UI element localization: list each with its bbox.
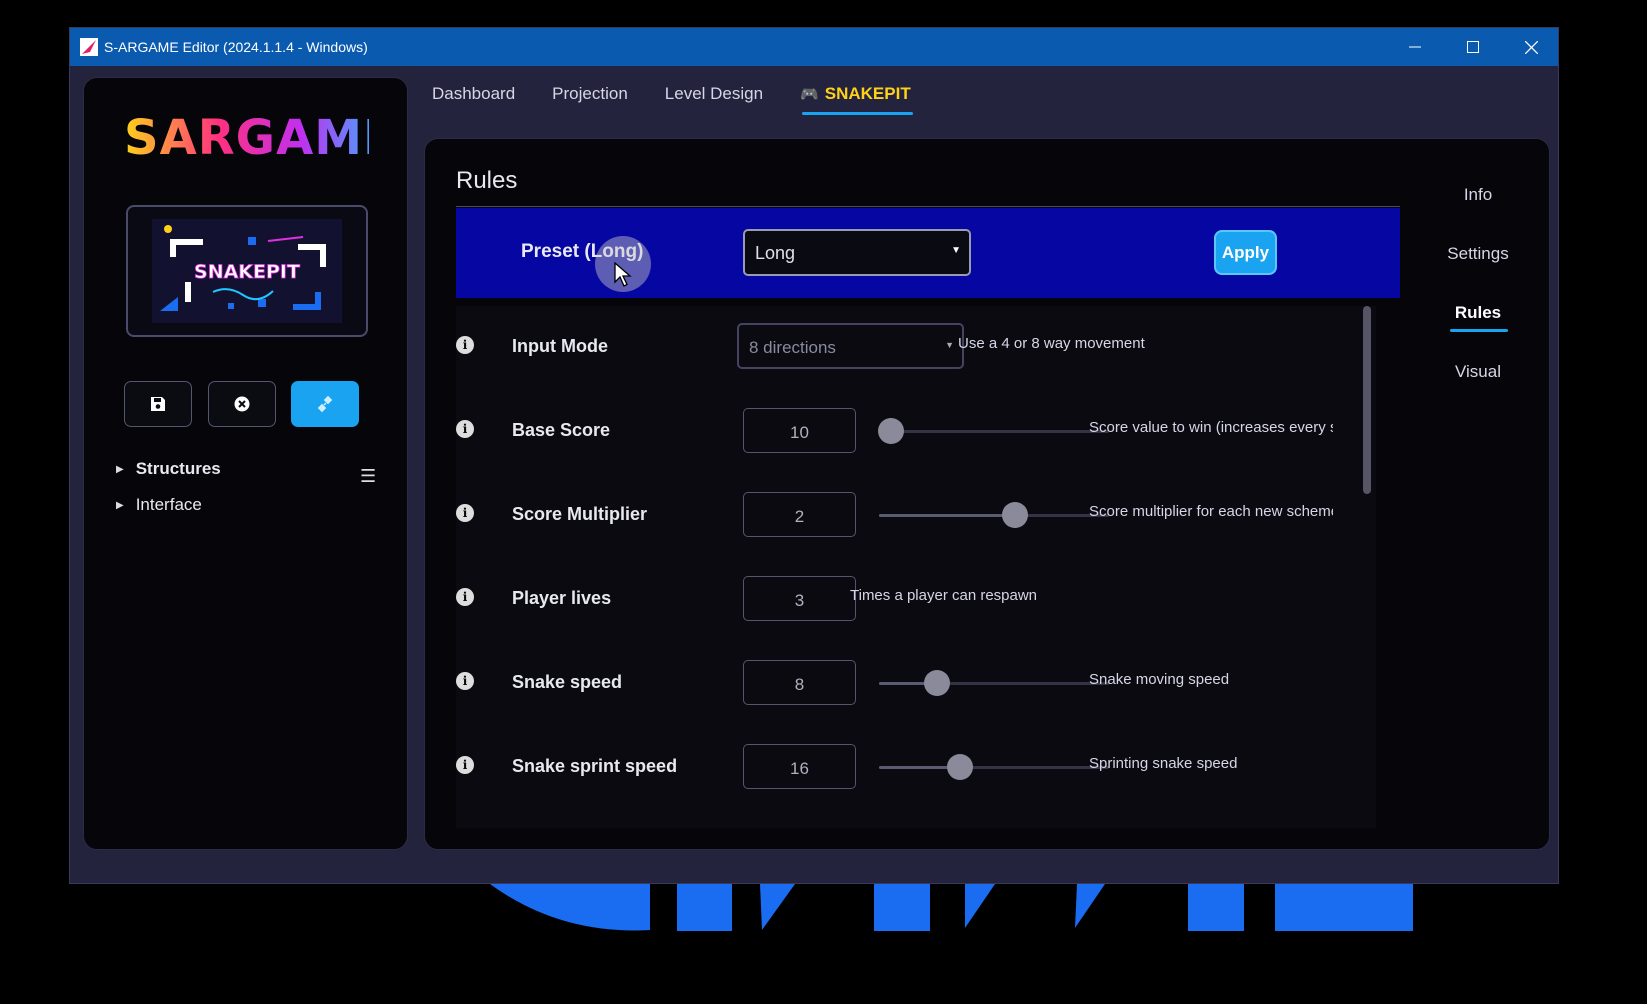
close-project-button[interactable] <box>208 381 276 427</box>
sidebar: SARGAME SNAKEPIT <box>83 77 408 850</box>
sargame-logo: SARGAME <box>124 110 369 162</box>
tree-item-interface[interactable]: ▶ Interface <box>116 495 202 515</box>
connect-button[interactable] <box>291 381 359 427</box>
minimize-icon[interactable] <box>1386 28 1444 66</box>
rule-description: Score multiplier for each new scheme <box>1089 503 1333 520</box>
rules-panel: Rules Preset (Long) Long ▼ Apply i Input … <box>424 138 1550 850</box>
rule-row: i Score Multiplier 2 Score multiplier for e… <box>456 474 1376 558</box>
page-title: Rules <box>456 167 518 194</box>
slider-thumb[interactable] <box>877 418 904 444</box>
number-input[interactable]: 3 <box>743 576 856 621</box>
svg-text:SARGAME: SARGAME <box>124 110 369 162</box>
tab-projection[interactable]: Projection <box>552 80 628 120</box>
rule-row: i Snake sprint speed 16 Sprinting snake spe… <box>456 726 1376 810</box>
window-title: S-ARGAME Editor (2024.1.1.4 - Windows) <box>104 39 368 55</box>
app-icon <box>80 38 98 56</box>
info-icon[interactable]: i <box>456 420 474 438</box>
main-tabs: Dashboard Projection Level Design 🎮 SNAKE… <box>432 80 948 120</box>
apply-button[interactable]: Apply <box>1214 230 1277 275</box>
close-circle-icon <box>234 396 250 412</box>
rule-description: Use a 4 or 8 way movement <box>958 335 1145 352</box>
preset-select-value: Long <box>755 243 796 263</box>
rule-label: Input Mode <box>512 336 608 356</box>
nav-settings[interactable]: Settings <box>1405 244 1551 264</box>
caret-down-icon: ▼ <box>951 245 961 256</box>
close-icon[interactable] <box>1502 28 1560 66</box>
number-input[interactable]: 8 <box>743 660 856 705</box>
rule-row: i Player lives 3 Times a player can respawn <box>456 558 1376 642</box>
unplug-icon <box>317 395 333 413</box>
slider-track[interactable] <box>879 670 1109 696</box>
tree-item-label: Structures <box>135 459 221 478</box>
info-icon[interactable]: i <box>456 756 474 774</box>
info-icon[interactable]: i <box>456 504 474 522</box>
rule-label: Player lives <box>512 588 612 608</box>
info-icon[interactable]: i <box>456 672 474 690</box>
rule-description: Sprinting snake speed <box>1089 755 1238 772</box>
tab-snakepit[interactable]: 🎮 SNAKEPIT <box>800 80 913 120</box>
rule-label: Snake sprint speed <box>512 756 678 776</box>
number-input[interactable]: 2 <box>743 492 856 537</box>
number-input[interactable]: 10 <box>743 408 856 453</box>
caret-right-icon: ▶ <box>116 463 124 475</box>
nav-visual[interactable]: Visual <box>1405 362 1551 382</box>
maximize-icon[interactable] <box>1444 28 1502 66</box>
rule-label: Snake speed <box>512 672 623 692</box>
svg-text:SNAKEPIT: SNAKEPIT <box>194 261 300 283</box>
info-icon[interactable]: i <box>456 336 474 354</box>
rule-row: i Input Mode 8 directions ▼ Use a 4 or 8 way… <box>456 306 1376 390</box>
slider-thumb[interactable] <box>923 670 950 696</box>
tab-snakepit-label: SNAKEPIT <box>824 84 911 103</box>
tree-item-structures[interactable]: ▶ Structures <box>116 459 221 479</box>
slider-track[interactable] <box>879 754 1109 780</box>
hamburger-menu-icon[interactable]: ☰ <box>360 466 376 487</box>
rule-description: Times a player can respawn <box>850 587 1038 604</box>
slider-fill <box>879 514 1015 517</box>
rules-list[interactable]: i Input Mode 8 directions ▼ Use a 4 or 8 way… <box>456 306 1376 828</box>
save-button[interactable] <box>124 381 192 427</box>
rule-row: i Snake speed 8 Snake moving speed <box>456 642 1376 726</box>
rule-description: Score value to win (increases every s <box>1089 419 1333 436</box>
nav-rules[interactable]: Rules <box>1405 303 1551 332</box>
tab-dashboard[interactable]: Dashboard <box>432 80 515 120</box>
preset-select[interactable]: Long ▼ <box>743 229 971 276</box>
preset-bar: Preset (Long) Long ▼ Apply <box>456 208 1400 298</box>
app-window: S-ARGAME Editor (2024.1.1.4 - Windows) S… <box>69 27 1559 884</box>
number-input[interactable]: 16 <box>743 744 856 789</box>
select-value: 8 directions <box>749 338 836 357</box>
tab-level-design[interactable]: Level Design <box>665 80 763 120</box>
input-mode-select[interactable]: 8 directions ▼ <box>737 323 964 369</box>
slider-track[interactable] <box>877 418 1109 444</box>
caret-right-icon: ▶ <box>116 499 124 511</box>
slider-thumb[interactable] <box>946 754 973 780</box>
slider-thumb[interactable] <box>1001 502 1028 528</box>
rule-label: Base Score <box>512 420 611 440</box>
slider-track[interactable] <box>879 502 1109 528</box>
scrollbar[interactable] <box>1363 306 1371 494</box>
rule-description: Snake moving speed <box>1089 671 1230 688</box>
tree-item-label: Interface <box>135 495 202 514</box>
game-thumbnail[interactable]: SNAKEPIT <box>126 205 368 337</box>
mouse-cursor-icon <box>614 262 632 287</box>
rule-row: i Base Score 10 Score value to win (increas… <box>456 390 1376 474</box>
rule-label: Score Multiplier <box>512 504 648 524</box>
title-divider <box>456 206 1400 207</box>
nav-info[interactable]: Info <box>1405 185 1551 205</box>
caret-down-icon: ▼ <box>945 340 954 350</box>
info-icon[interactable]: i <box>456 588 474 606</box>
gamepad-icon: 🎮 <box>800 86 819 103</box>
save-icon <box>151 397 165 411</box>
title-bar[interactable]: S-ARGAME Editor (2024.1.1.4 - Windows) <box>70 28 1558 66</box>
